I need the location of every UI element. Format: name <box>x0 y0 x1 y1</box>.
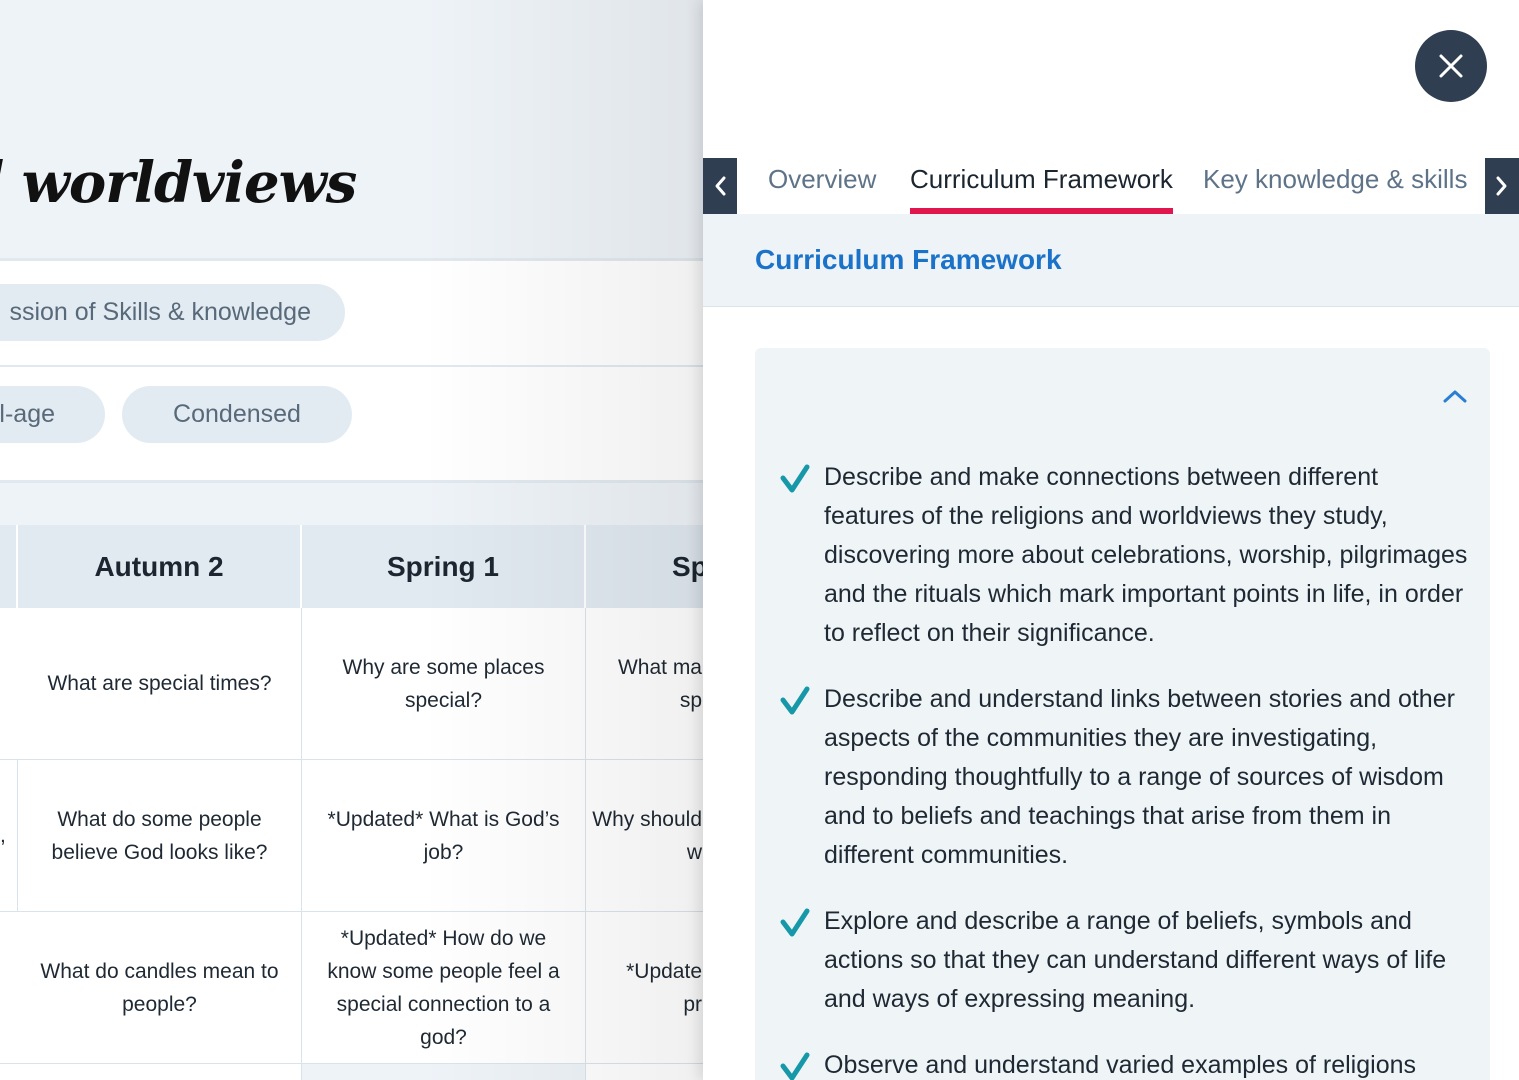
collapse-button[interactable] <box>1440 386 1470 406</box>
table-cell <box>18 1064 302 1080</box>
table-header-spring-1: Spring 1 <box>302 525 586 608</box>
framework-item-text: Explore and describe a range of beliefs,… <box>824 907 1447 1013</box>
chevron-up-icon <box>1443 390 1467 403</box>
checkmark-icon <box>780 464 810 493</box>
page-title: and worldviews <box>0 150 357 216</box>
mixed-age-filter-pill[interactable]: l-age <box>0 386 105 443</box>
background-page: and worldviews ssion of Skills & knowled… <box>0 0 703 1080</box>
framework-card: Describe and make connections between di… <box>755 348 1490 1080</box>
table-toolbar <box>0 483 703 525</box>
checkmark-icon <box>780 1052 810 1080</box>
condensed-filter-pill[interactable]: Condensed <box>122 386 352 443</box>
table-header-autumn-2: Autumn 2 <box>18 525 302 608</box>
framework-item-text: Observe and understand varied examples o… <box>824 1051 1417 1079</box>
divider <box>0 258 703 261</box>
tab-key-knowledge-skills[interactable]: Key knowledge & skills <box>1203 160 1467 216</box>
table-cell[interactable]: What do some people believe God looks li… <box>18 760 302 912</box>
table-cell[interactable]: What do candles mean to people? <box>18 912 302 1064</box>
table-cell[interactable]: What ma sp <box>586 608 703 760</box>
section-header: Curriculum Framework <box>703 214 1519 307</box>
checkmark-icon <box>780 908 810 937</box>
framework-item-text: Describe and make connections between di… <box>824 463 1468 647</box>
divider <box>0 365 703 367</box>
table-cell[interactable]: *Updated* What is God’s job? <box>302 760 586 912</box>
table-cell <box>586 1064 703 1080</box>
close-panel-button[interactable] <box>1415 30 1487 102</box>
table-cell <box>302 1064 586 1080</box>
tabs-scroll-left-button[interactable] <box>703 158 737 214</box>
table-cell: , <box>0 760 18 912</box>
curriculum-side-panel: Overview Curriculum Framework Key knowle… <box>703 0 1519 1080</box>
tabs-scroll-right-button[interactable] <box>1485 158 1519 214</box>
table-cell[interactable]: *Update pr <box>586 912 703 1064</box>
table-cell[interactable]: Why should w <box>586 760 703 912</box>
table-cell[interactable]: *Updated* How do we know some people fee… <box>302 912 586 1064</box>
page-header: and worldviews <box>0 0 703 258</box>
table-header-cell <box>0 525 18 608</box>
table-cell[interactable]: Why are some places special? <box>302 608 586 760</box>
table-header-spring-2: Sp <box>586 525 703 608</box>
close-icon <box>1439 54 1463 78</box>
progression-filter-pill[interactable]: ssion of Skills & knowledge <box>0 284 345 341</box>
tab-overview[interactable]: Overview <box>768 160 876 216</box>
chevron-right-icon <box>1496 176 1507 196</box>
chevron-left-icon <box>715 176 726 196</box>
framework-item-text: Describe and understand links between st… <box>824 685 1455 869</box>
checkmark-icon <box>780 686 810 715</box>
table-cell[interactable]: What are special times? <box>18 608 302 760</box>
section-title: Curriculum Framework <box>755 244 1062 275</box>
